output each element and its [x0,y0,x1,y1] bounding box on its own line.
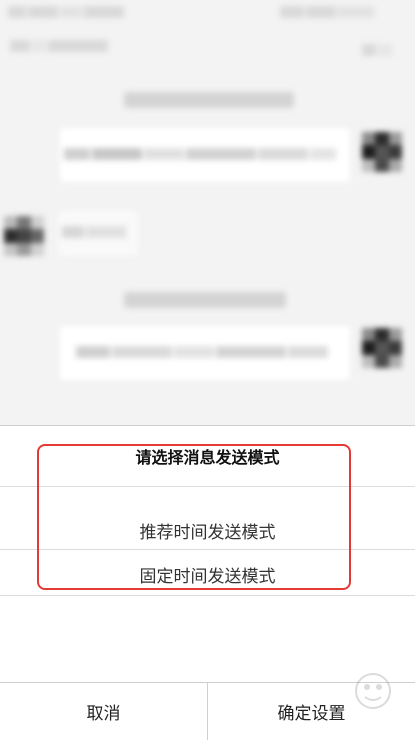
blurred-header-row [280,6,374,18]
avatar [362,132,402,172]
blurred-header-row [362,44,392,56]
blurred-header-row [10,40,108,52]
option-recommended-time[interactable]: 推荐时间发送模式 [0,487,415,550]
cancel-button[interactable]: 取消 [0,683,207,740]
blurred-message-text [64,148,336,160]
avatar [362,328,402,368]
avatar [4,216,44,256]
blurred-message-text [62,226,126,238]
watermark-logo-icon [353,671,393,711]
blurred-message-text [76,346,328,358]
blurred-header-row [8,6,124,18]
blurred-timestamp [124,292,286,308]
blurred-timestamp [124,92,294,108]
option-fixed-time[interactable]: 固定时间发送模式 [0,550,415,596]
chat-background [0,0,415,425]
dialog-title: 请选择消息发送模式 [0,426,415,487]
